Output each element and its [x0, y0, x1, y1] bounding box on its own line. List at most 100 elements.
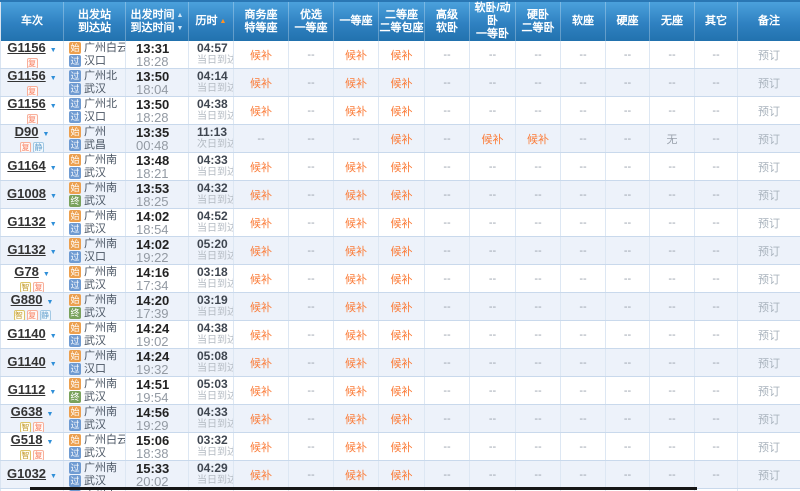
seat-first[interactable]: 候补 [334, 433, 379, 461]
seat-second[interactable]: 候补 [379, 321, 425, 349]
reserve-button[interactable]: 预订 [758, 246, 780, 258]
reserve-button[interactable]: 预订 [758, 134, 780, 146]
expand-arrow-icon[interactable]: ▼ [50, 249, 57, 256]
seat-business[interactable]: 候补 [234, 69, 289, 97]
seat-first[interactable]: 候补 [334, 237, 379, 265]
seat-business[interactable]: 候补 [234, 433, 289, 461]
reserve-button[interactable]: 预订 [758, 470, 780, 482]
train-number-link[interactable]: G1132 [7, 214, 45, 229]
reserve-button[interactable]: 预订 [758, 190, 780, 202]
seat-first[interactable]: 候补 [334, 153, 379, 181]
sort-up-icon[interactable]: ▲ [177, 12, 184, 19]
seat-business[interactable]: 候补 [234, 405, 289, 433]
train-number-link[interactable]: G638 [11, 405, 43, 419]
seat-first[interactable]: 候补 [334, 41, 379, 69]
expand-arrow-icon[interactable]: ▼ [50, 103, 57, 110]
sort-up-icon[interactable]: ▲ [220, 18, 227, 25]
reserve-button[interactable]: 预订 [758, 330, 780, 342]
reserve-button[interactable]: 预订 [758, 386, 780, 398]
seat-business[interactable]: 候补 [234, 153, 289, 181]
expand-arrow-icon[interactable]: ▼ [50, 473, 57, 480]
reserve-button[interactable]: 预订 [758, 274, 780, 286]
seat-first[interactable]: 候补 [334, 181, 379, 209]
train-number-link[interactable]: D90 [15, 125, 39, 139]
train-number-link[interactable]: G1032 [7, 466, 46, 481]
reserve-button[interactable]: 预订 [758, 78, 780, 90]
expand-arrow-icon[interactable]: ▼ [50, 361, 57, 368]
expand-arrow-icon[interactable]: ▼ [46, 299, 53, 306]
seat-first[interactable]: 候补 [334, 209, 379, 237]
seat-hard-sleeper[interactable]: 候补 [516, 125, 561, 153]
reserve-button[interactable]: 预订 [758, 414, 780, 426]
seat-business[interactable]: 候补 [234, 293, 289, 321]
train-number-link[interactable]: G1156 [7, 41, 45, 55]
seat-business[interactable]: 候补 [234, 237, 289, 265]
expand-arrow-icon[interactable]: ▼ [50, 221, 57, 228]
seat-soft-sleeper[interactable]: 候补 [470, 125, 516, 153]
seat-second[interactable]: 候补 [379, 69, 425, 97]
seat-second[interactable]: 候补 [379, 125, 425, 153]
train-number-link[interactable]: G1140 [7, 354, 45, 369]
seat-second[interactable]: 候补 [379, 461, 425, 489]
seat-second[interactable]: 候补 [379, 237, 425, 265]
train-number-link[interactable]: G1008 [7, 186, 46, 201]
expand-arrow-icon[interactable]: ▼ [49, 389, 56, 396]
seat-second[interactable]: 候补 [379, 405, 425, 433]
seat-second[interactable]: 候补 [379, 97, 425, 125]
seat-second[interactable]: 候补 [379, 349, 425, 377]
seat-second[interactable]: 候补 [379, 41, 425, 69]
reserve-button[interactable]: 预订 [758, 218, 780, 230]
seat-first[interactable]: 候补 [334, 97, 379, 125]
seat-first[interactable]: 候补 [334, 265, 379, 293]
seat-second[interactable]: 候补 [379, 181, 425, 209]
seat-business[interactable]: 候补 [234, 461, 289, 489]
train-number-link[interactable]: G1132 [7, 242, 45, 257]
seat-second[interactable]: 候补 [379, 433, 425, 461]
seat-first[interactable]: 候补 [334, 293, 379, 321]
train-number-link[interactable]: G518 [11, 433, 43, 447]
seat-business[interactable]: 候补 [234, 349, 289, 377]
seat-first[interactable]: 候补 [334, 69, 379, 97]
expand-arrow-icon[interactable]: ▼ [50, 333, 57, 340]
expand-arrow-icon[interactable]: ▼ [50, 165, 57, 172]
seat-first[interactable]: 候补 [334, 461, 379, 489]
train-number-link[interactable]: G1156 [7, 69, 45, 83]
expand-arrow-icon[interactable]: ▼ [50, 75, 57, 82]
reserve-button[interactable]: 预订 [758, 106, 780, 118]
col-header-times[interactable]: 出发时间▲到达时间▼ [126, 1, 189, 41]
expand-arrow-icon[interactable]: ▼ [42, 131, 49, 138]
reserve-button[interactable]: 预订 [758, 162, 780, 174]
seat-first[interactable]: 候补 [334, 321, 379, 349]
seat-business[interactable]: 候补 [234, 265, 289, 293]
seat-second[interactable]: 候补 [379, 153, 425, 181]
seat-second[interactable]: 候补 [379, 209, 425, 237]
seat-first[interactable]: 候补 [334, 405, 379, 433]
train-number-link[interactable]: G1140 [7, 326, 45, 341]
expand-arrow-icon[interactable]: ▼ [43, 271, 50, 278]
seat-first[interactable]: 候补 [334, 377, 379, 405]
seat-first[interactable]: 候补 [334, 349, 379, 377]
reserve-button[interactable]: 预订 [758, 50, 780, 62]
seat-business[interactable]: 候补 [234, 377, 289, 405]
seat-second[interactable]: 候补 [379, 265, 425, 293]
expand-arrow-icon[interactable]: ▼ [46, 411, 53, 418]
expand-arrow-icon[interactable]: ▼ [50, 193, 57, 200]
expand-arrow-icon[interactable]: ▼ [50, 47, 57, 54]
seat-business[interactable]: 候补 [234, 181, 289, 209]
seat-business[interactable]: 候补 [234, 321, 289, 349]
sort-down-icon[interactable]: ▼ [177, 25, 184, 32]
col-header-duration[interactable]: 历时▲ [189, 1, 234, 41]
train-number-link[interactable]: G1164 [7, 158, 45, 173]
train-number-link[interactable]: G78 [14, 265, 39, 279]
reserve-button[interactable]: 预订 [758, 358, 780, 370]
seat-business[interactable]: 候补 [234, 41, 289, 69]
train-number-link[interactable]: G1156 [7, 97, 45, 111]
expand-arrow-icon[interactable]: ▼ [46, 439, 53, 446]
seat-second[interactable]: 候补 [379, 293, 425, 321]
seat-business[interactable]: 候补 [234, 97, 289, 125]
reserve-button[interactable]: 预订 [758, 442, 780, 454]
train-number-link[interactable]: G1112 [8, 382, 46, 397]
reserve-button[interactable]: 预订 [758, 302, 780, 314]
seat-second[interactable]: 候补 [379, 377, 425, 405]
train-number-link[interactable]: G880 [11, 293, 43, 307]
